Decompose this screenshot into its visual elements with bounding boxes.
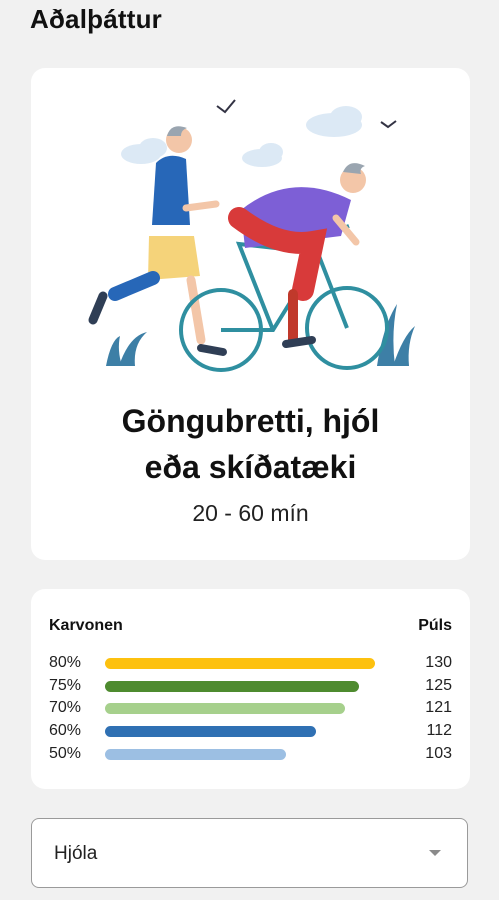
zone-track	[105, 726, 375, 737]
zone-pulse: 103	[425, 745, 452, 762]
exercise-title-line1: Göngubretti, hjól	[121, 403, 380, 439]
zone-pulse: 121	[425, 699, 452, 716]
zone-row: 50% 103	[49, 743, 452, 765]
zone-pulse: 125	[425, 677, 452, 694]
runner-figure	[88, 126, 227, 356]
zone-bar	[105, 681, 359, 692]
zone-track	[105, 681, 375, 692]
section-title: Aðalþáttur	[30, 4, 162, 34]
heart-rate-zones-card: Karvonen Púls 80% 130 75% 125 70% 121 60…	[31, 589, 470, 789]
activity-dropdown[interactable]: Hjóla	[31, 818, 468, 888]
exercise-duration: 20 - 60 mín	[192, 500, 309, 526]
runner-cyclist-illustration	[88, 99, 415, 372]
chevron-down-icon	[429, 850, 441, 856]
zone-pulse: 130	[425, 654, 452, 671]
zone-track	[105, 703, 375, 714]
zone-row: 70% 121	[49, 697, 452, 719]
zone-row: 75% 125	[49, 675, 452, 697]
zone-bar	[105, 749, 286, 760]
karvonen-header: Karvonen	[49, 617, 123, 634]
exercise-title-line2: eða skíðatæki	[144, 449, 357, 485]
zone-percent: 70%	[49, 699, 82, 716]
pulse-header: Púls	[418, 617, 452, 634]
zone-percent: 60%	[49, 722, 82, 739]
zone-percent: 75%	[49, 677, 82, 694]
zone-track	[105, 749, 375, 760]
zone-bar	[105, 703, 346, 714]
dropdown-selected-value: Hjóla	[54, 843, 98, 864]
zone-row: 80% 130	[49, 652, 452, 674]
zone-bar	[105, 726, 316, 737]
zone-percent: 80%	[49, 654, 82, 671]
zone-percent: 50%	[49, 745, 82, 762]
zone-track	[105, 658, 375, 669]
zone-pulse: 112	[426, 722, 452, 739]
zone-row: 60% 112	[49, 720, 452, 742]
exercise-title: Göngubretti, hjól eða skíðatæki	[31, 398, 470, 490]
zone-bar	[105, 658, 375, 669]
cloud-icon	[121, 106, 362, 167]
exercise-card: Göngubretti, hjól eða skíðatæki 20 - 60 …	[31, 68, 470, 560]
